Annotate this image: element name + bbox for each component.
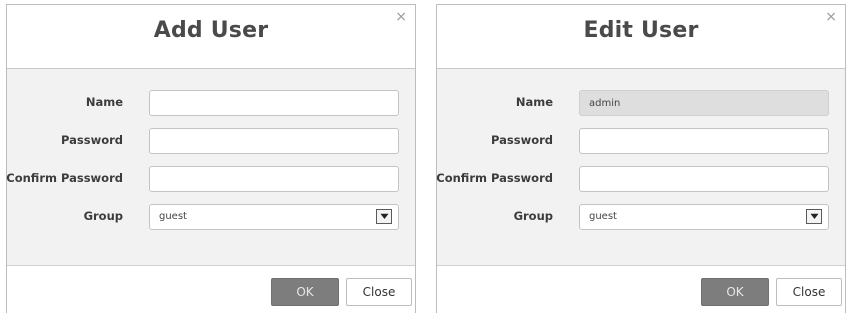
dialog-body: Name Password Confirm Password Group gue… — [6, 69, 415, 265]
dialog-footer: OK Close — [7, 265, 415, 313]
dialog-footer: OK Close — [437, 265, 845, 313]
confirm-password-row: Confirm Password — [6, 166, 415, 192]
dialog-title: Edit User — [583, 18, 699, 43]
chevron-down-icon[interactable] — [806, 209, 822, 224]
name-input — [579, 90, 829, 116]
confirm-password-label: Confirm Password — [436, 171, 553, 185]
password-row: Password — [7, 128, 415, 154]
dialog-body: Name Password Confirm Password Group gue… — [436, 69, 845, 265]
group-select[interactable]: guest — [579, 204, 829, 230]
add-user-dialog: Add User × Name Password Confirm Passwor… — [6, 4, 416, 313]
name-label: Name — [85, 95, 123, 109]
confirm-password-input[interactable] — [149, 166, 399, 192]
close-icon[interactable]: × — [825, 10, 837, 24]
password-input[interactable] — [149, 128, 399, 154]
group-selected-value: guest — [589, 211, 617, 222]
password-row: Password — [437, 128, 845, 154]
close-icon[interactable]: × — [395, 10, 407, 24]
name-label: Name — [515, 95, 553, 109]
group-row: Group guest — [7, 204, 415, 230]
chevron-down-icon[interactable] — [376, 209, 392, 224]
dialog-title: Add User — [153, 18, 269, 43]
confirm-password-row: Confirm Password — [436, 166, 845, 192]
dialog-header: Edit User × — [437, 5, 845, 69]
group-selected-value: guest — [159, 211, 187, 222]
confirm-password-label: Confirm Password — [6, 171, 123, 185]
name-row: Name — [437, 90, 845, 116]
password-input[interactable] — [579, 128, 829, 154]
confirm-password-input[interactable] — [579, 166, 829, 192]
ok-button[interactable]: OK — [271, 278, 339, 306]
group-select[interactable]: guest — [149, 204, 399, 230]
group-row: Group guest — [437, 204, 845, 230]
password-label: Password — [491, 133, 553, 147]
group-label: Group — [83, 209, 123, 223]
group-label: Group — [513, 209, 553, 223]
password-label: Password — [61, 133, 123, 147]
ok-button[interactable]: OK — [701, 278, 769, 306]
name-input[interactable] — [149, 90, 399, 116]
close-button[interactable]: Close — [346, 278, 412, 306]
name-row: Name — [7, 90, 415, 116]
dialog-header: Add User × — [7, 5, 415, 69]
edit-user-dialog: Edit User × Name Password Confirm Passwo… — [436, 4, 846, 313]
close-button[interactable]: Close — [776, 278, 842, 306]
